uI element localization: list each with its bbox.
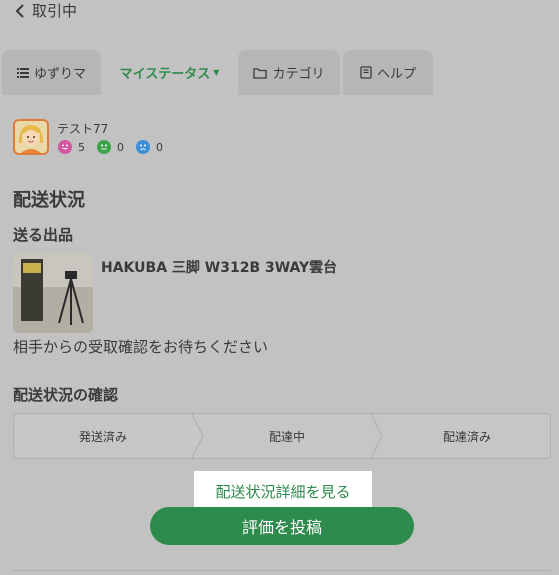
- book-icon: [360, 66, 372, 79]
- back-label: 取引中: [32, 2, 78, 20]
- tab-label: ゆずりマ: [33, 67, 86, 82]
- rating-good-count: 5: [78, 140, 85, 154]
- smile-face-icon: [58, 140, 72, 154]
- shipping-detail-link[interactable]: 配送状況詳細を見る: [194, 471, 372, 511]
- post-review-button[interactable]: 評価を投稿: [150, 507, 414, 545]
- step-label: 配達済み: [442, 429, 491, 444]
- avatar[interactable]: [13, 119, 49, 155]
- shipping-heading: 配送状況: [13, 190, 85, 211]
- waiting-notice: 相手からの受取確認をお待ちください: [13, 338, 269, 356]
- step-delivered: 配達済み: [384, 414, 550, 458]
- tab-label: カテゴリ: [272, 67, 325, 82]
- list-icon: [16, 68, 29, 78]
- rating-bad-count: 0: [156, 140, 163, 154]
- shipping-steps: 発送済み 配達中 配達済み: [13, 413, 551, 459]
- tab-help[interactable]: ヘルプ: [343, 50, 433, 95]
- tab-label: ヘルプ: [376, 67, 416, 82]
- step-label: 配達中: [268, 429, 305, 444]
- folder-icon: [253, 67, 268, 79]
- product-title[interactable]: HAKUBA 三脚 W312B 3WAY雲台: [101, 257, 337, 277]
- ratings-row: 5 0 0: [58, 140, 175, 154]
- rating-normal: 0: [97, 140, 124, 154]
- step-in-transit: 配達中: [204, 414, 370, 458]
- tripod-image: [13, 253, 93, 333]
- tab-category[interactable]: カテゴリ: [238, 50, 340, 95]
- neutral-face-icon: [97, 140, 111, 154]
- caret-down-icon: ▼: [213, 68, 220, 77]
- product-thumbnail[interactable]: [13, 253, 93, 333]
- rating-bad: 0: [136, 140, 163, 154]
- chevron-left-icon: [15, 3, 24, 18]
- top-bar: 取引中: [0, 0, 559, 22]
- back-button[interactable]: 取引中: [12, 0, 77, 21]
- user-face-icon: [15, 121, 47, 153]
- step-label: 発送済み: [78, 429, 127, 444]
- username[interactable]: テスト77: [57, 120, 108, 137]
- tab-my-status[interactable]: マイステータス ▼: [104, 50, 235, 95]
- shipping-check-heading: 配送状況の確認: [13, 386, 119, 404]
- tab-yuzurima[interactable]: ゆずりマ: [2, 50, 101, 95]
- sad-face-icon: [136, 140, 150, 154]
- rating-good: 5: [58, 140, 85, 154]
- step-shipped: 発送済み: [14, 414, 192, 458]
- divider: [13, 570, 551, 571]
- main-tabs: ゆずりマ マイステータス ▼ カテゴリ ヘルプ: [0, 50, 559, 95]
- tab-label: マイステータス: [119, 67, 211, 82]
- product-heading: 送る出品: [13, 226, 74, 244]
- rating-normal-count: 0: [117, 140, 124, 154]
